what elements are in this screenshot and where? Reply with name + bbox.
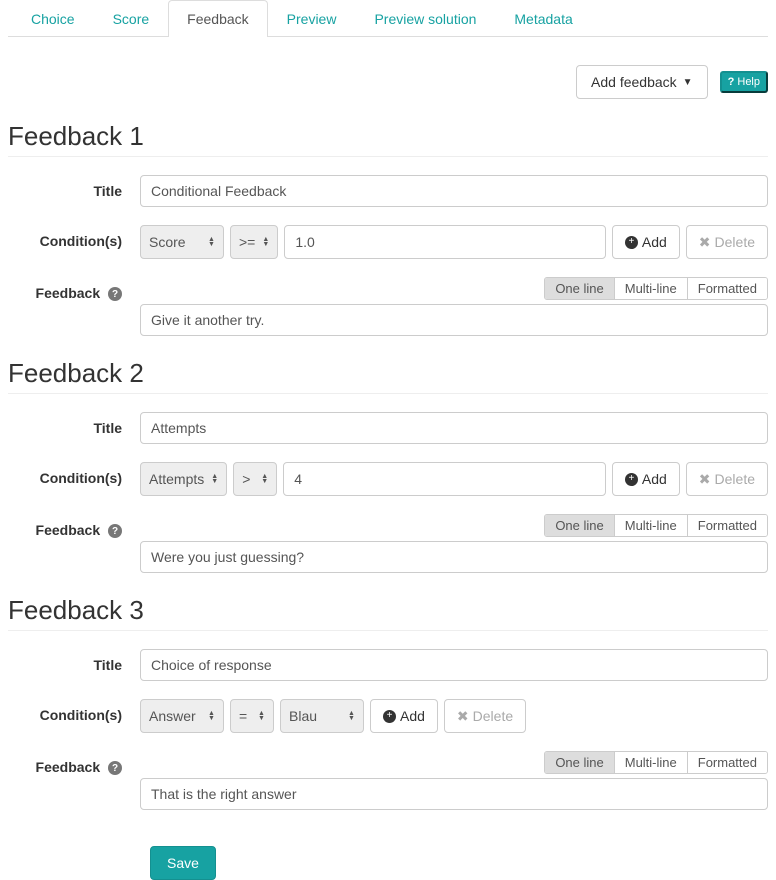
feedback-label: Feedback ? <box>8 277 140 301</box>
sort-icon: ▲▼ <box>348 711 358 721</box>
select-value: Score <box>149 234 186 250</box>
feedback-3-delete-condition-button: ✖ Delete <box>444 699 526 733</box>
feedback-2-mode-toggle: One line Multi-line Formatted <box>544 514 768 537</box>
sort-icon: ▲▼ <box>211 474 221 484</box>
close-icon: ✖ <box>457 708 469 725</box>
plus-icon: + <box>625 236 638 249</box>
mode-multi-line[interactable]: Multi-line <box>615 278 688 299</box>
feedback-1-text-input[interactable] <box>140 304 768 336</box>
mode-formatted[interactable]: Formatted <box>688 278 767 299</box>
add-label: Add <box>642 234 667 250</box>
feedback-label-text: Feedback <box>36 522 101 538</box>
tab-choice[interactable]: Choice <box>12 0 94 37</box>
feedback-3-text-input[interactable] <box>140 778 768 810</box>
mode-one-line[interactable]: One line <box>545 278 614 299</box>
select-value: = <box>239 708 247 724</box>
tab-preview[interactable]: Preview <box>268 0 356 37</box>
add-feedback-button[interactable]: Add feedback ▼ <box>576 65 708 99</box>
help-hint-icon[interactable]: ? <box>108 524 122 538</box>
close-icon: ✖ <box>699 234 711 251</box>
feedback-2-title-input[interactable] <box>140 412 768 444</box>
feedback-1-add-condition-button[interactable]: + Add <box>612 225 680 259</box>
mode-multi-line[interactable]: Multi-line <box>615 515 688 536</box>
feedback-2-condition-value-input[interactable] <box>283 462 606 496</box>
add-label: Add <box>400 708 425 724</box>
feedback-1-delete-condition-button: ✖ Delete <box>686 225 768 259</box>
feedback-label: Feedback ? <box>8 514 140 538</box>
feedback-1-title-input[interactable] <box>140 175 768 207</box>
tab-metadata[interactable]: Metadata <box>495 0 591 37</box>
feedback-3-heading: Feedback 3 <box>8 595 768 631</box>
feedback-label-text: Feedback <box>36 759 101 775</box>
feedback-label: Feedback ? <box>8 751 140 775</box>
sort-icon: ▲▼ <box>261 474 271 484</box>
feedback-2-condition-field-select[interactable]: Attempts ▲▼ <box>140 462 227 496</box>
feedback-1-condition-field-select[interactable]: Score ▲▼ <box>140 225 224 259</box>
feedback-2-text-input[interactable] <box>140 541 768 573</box>
feedback-3-condition-value-select[interactable]: Blau ▲▼ <box>280 699 364 733</box>
caret-down-icon: ▼ <box>683 76 693 89</box>
conditions-label: Condition(s) <box>8 462 140 486</box>
help-hint-icon[interactable]: ? <box>108 761 122 775</box>
help-button[interactable]: ? Help <box>720 71 768 93</box>
mode-multi-line[interactable]: Multi-line <box>615 752 688 773</box>
help-icon: ? <box>728 76 735 88</box>
add-feedback-label: Add feedback <box>591 73 677 91</box>
title-label: Title <box>8 175 140 199</box>
sort-icon: ▲▼ <box>208 711 218 721</box>
feedback-1-condition-value-input[interactable] <box>284 225 606 259</box>
tabs-bar: Choice Score Feedback Preview Preview so… <box>8 0 768 37</box>
feedback-3-condition-field-select[interactable]: Answer ▲▼ <box>140 699 224 733</box>
feedback-2-condition-op-select[interactable]: > ▲▼ <box>233 462 277 496</box>
delete-label: Delete <box>715 234 755 250</box>
feedback-3-mode-toggle: One line Multi-line Formatted <box>544 751 768 774</box>
mode-one-line[interactable]: One line <box>545 752 614 773</box>
close-icon: ✖ <box>699 471 711 488</box>
feedback-1-heading: Feedback 1 <box>8 121 768 157</box>
help-hint-icon[interactable]: ? <box>108 287 122 301</box>
delete-label: Delete <box>715 471 755 487</box>
select-value: Answer <box>149 708 196 724</box>
add-label: Add <box>642 471 667 487</box>
select-value: Blau <box>289 708 317 724</box>
conditions-label: Condition(s) <box>8 225 140 249</box>
feedback-2-heading: Feedback 2 <box>8 358 768 394</box>
conditions-label: Condition(s) <box>8 699 140 723</box>
top-actions: Add feedback ▼ ? Help <box>8 37 768 99</box>
tab-preview-solution[interactable]: Preview solution <box>355 0 495 37</box>
sort-icon: ▲▼ <box>262 237 272 247</box>
feedback-1-condition-op-select[interactable]: >= ▲▼ <box>230 225 278 259</box>
feedback-2-add-condition-button[interactable]: + Add <box>612 462 680 496</box>
feedback-3-condition-op-select[interactable]: = ▲▼ <box>230 699 274 733</box>
mode-one-line[interactable]: One line <box>545 515 614 536</box>
help-label: Help <box>737 76 760 88</box>
plus-icon: + <box>383 710 396 723</box>
sort-icon: ▲▼ <box>258 711 268 721</box>
save-button[interactable]: Save <box>150 846 216 880</box>
feedback-1-mode-toggle: One line Multi-line Formatted <box>544 277 768 300</box>
mode-formatted[interactable]: Formatted <box>688 752 767 773</box>
plus-icon: + <box>625 473 638 486</box>
tab-feedback[interactable]: Feedback <box>168 0 267 37</box>
feedback-3-title-input[interactable] <box>140 649 768 681</box>
feedback-3-add-condition-button[interactable]: + Add <box>370 699 438 733</box>
select-value: >= <box>239 234 255 250</box>
sort-icon: ▲▼ <box>208 237 218 247</box>
delete-label: Delete <box>473 708 513 724</box>
title-label: Title <box>8 412 140 436</box>
feedback-label-text: Feedback <box>36 285 101 301</box>
mode-formatted[interactable]: Formatted <box>688 515 767 536</box>
tab-score[interactable]: Score <box>94 0 169 37</box>
title-label: Title <box>8 649 140 673</box>
select-value: Attempts <box>149 471 204 487</box>
feedback-2-delete-condition-button: ✖ Delete <box>686 462 768 496</box>
select-value: > <box>242 471 250 487</box>
